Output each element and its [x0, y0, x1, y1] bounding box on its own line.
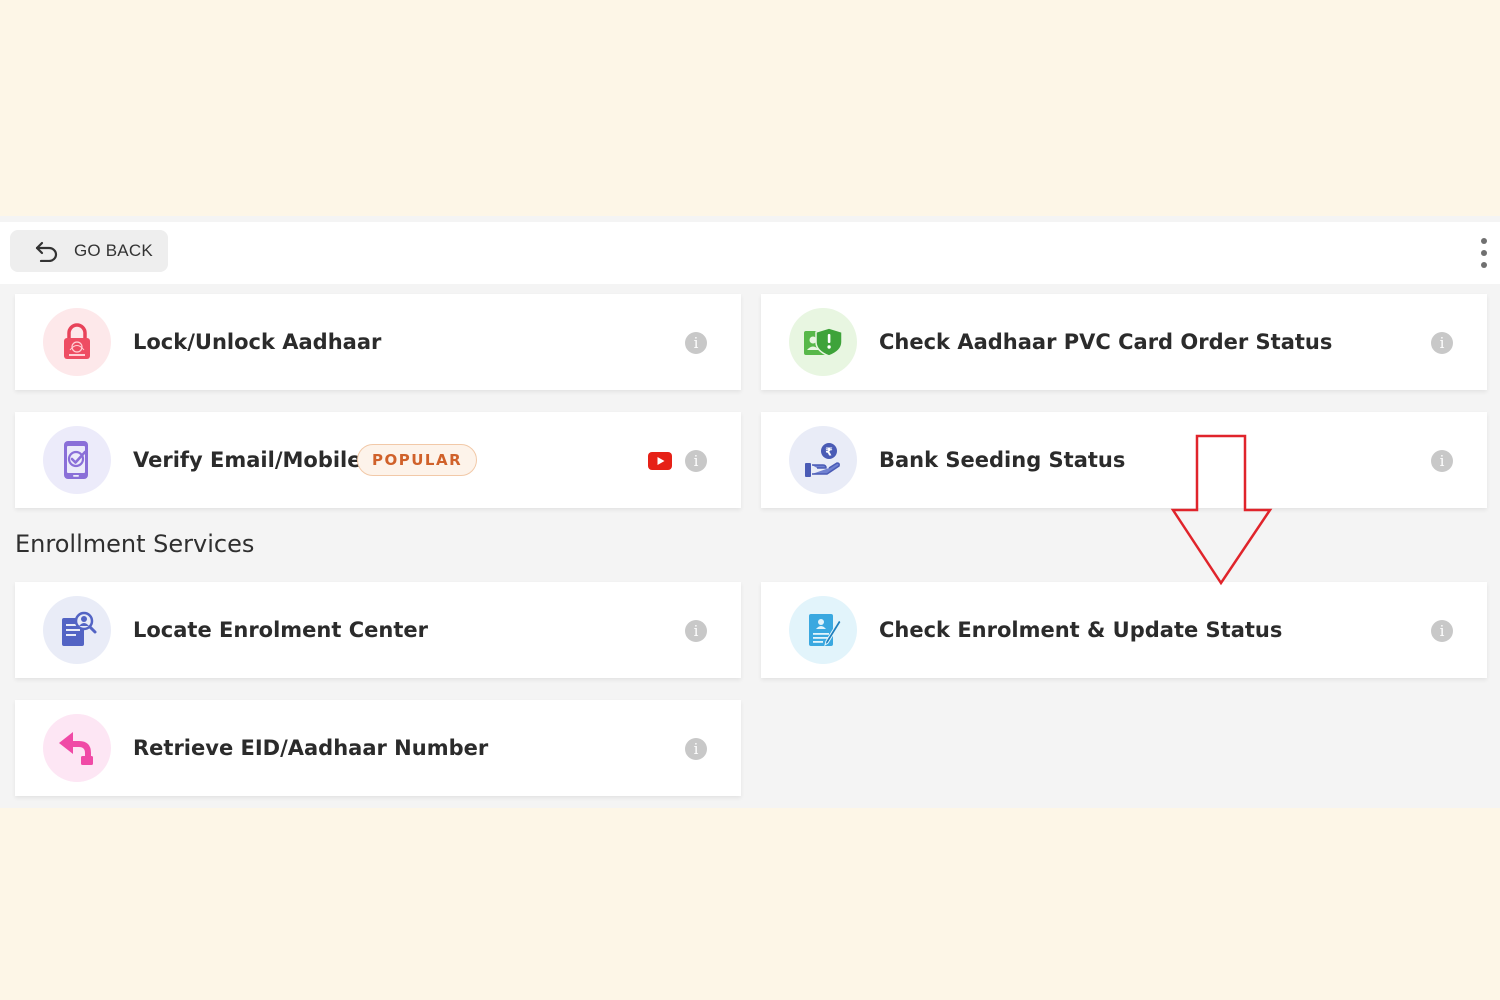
card-lock-unlock-aadhaar[interactable]: Lock/Unlock Aadhaar i: [15, 294, 741, 390]
card-retrieve-eid-aadhaar[interactable]: Retrieve EID/Aadhaar Number i: [15, 700, 741, 796]
info-icon[interactable]: i: [685, 450, 707, 472]
card-title: Check Enrolment & Update Status: [879, 618, 1283, 642]
info-icon[interactable]: i: [685, 738, 707, 760]
form-pen-icon: [789, 596, 857, 664]
svg-text:₹: ₹: [825, 446, 833, 459]
enrollment-services-heading: Enrollment Services: [15, 530, 255, 558]
return-arrow-icon: [43, 714, 111, 782]
card-locate-enrolment-center[interactable]: Locate Enrolment Center i: [15, 582, 741, 678]
info-icon[interactable]: i: [685, 332, 707, 354]
top-bar: GO BACK: [0, 222, 1500, 284]
info-icon[interactable]: i: [1431, 332, 1453, 354]
card-bank-seeding-status[interactable]: ₹ Bank Seeding Status i: [761, 412, 1487, 508]
info-icon[interactable]: i: [1431, 450, 1453, 472]
go-back-button[interactable]: GO BACK: [10, 230, 168, 272]
card-title: Lock/Unlock Aadhaar: [133, 330, 382, 354]
go-back-label: GO BACK: [74, 241, 153, 260]
annotation-arrow-icon: [1170, 434, 1273, 586]
lock-icon: [43, 308, 111, 376]
card-verify-email-mobile[interactable]: Verify Email/Mobile POPULAR i: [15, 412, 741, 508]
card-title: Retrieve EID/Aadhaar Number: [133, 736, 489, 760]
popular-badge: POPULAR: [357, 444, 478, 476]
kebab-menu-icon[interactable]: [1478, 238, 1490, 268]
card-title: Check Aadhaar PVC Card Order Status: [879, 330, 1333, 354]
card-check-enrolment-update-status[interactable]: Check Enrolment & Update Status i: [761, 582, 1487, 678]
card-title: Locate Enrolment Center: [133, 618, 428, 642]
youtube-icon[interactable]: [648, 452, 672, 470]
info-icon[interactable]: i: [1431, 620, 1453, 642]
card-title: Bank Seeding Status: [879, 448, 1126, 472]
undo-arrow-icon: [35, 241, 58, 262]
services-panel: GO BACK Lock/Unlock Aadhaar i Check Aadh…: [0, 216, 1500, 808]
document-search-icon: [43, 596, 111, 664]
hand-rupee-icon: ₹: [789, 426, 857, 494]
phone-check-icon: [43, 426, 111, 494]
info-icon[interactable]: i: [685, 620, 707, 642]
id-card-shield-icon: [789, 308, 857, 376]
card-check-pvc-status[interactable]: Check Aadhaar PVC Card Order Status i: [761, 294, 1487, 390]
card-title: Verify Email/Mobile: [133, 448, 362, 472]
